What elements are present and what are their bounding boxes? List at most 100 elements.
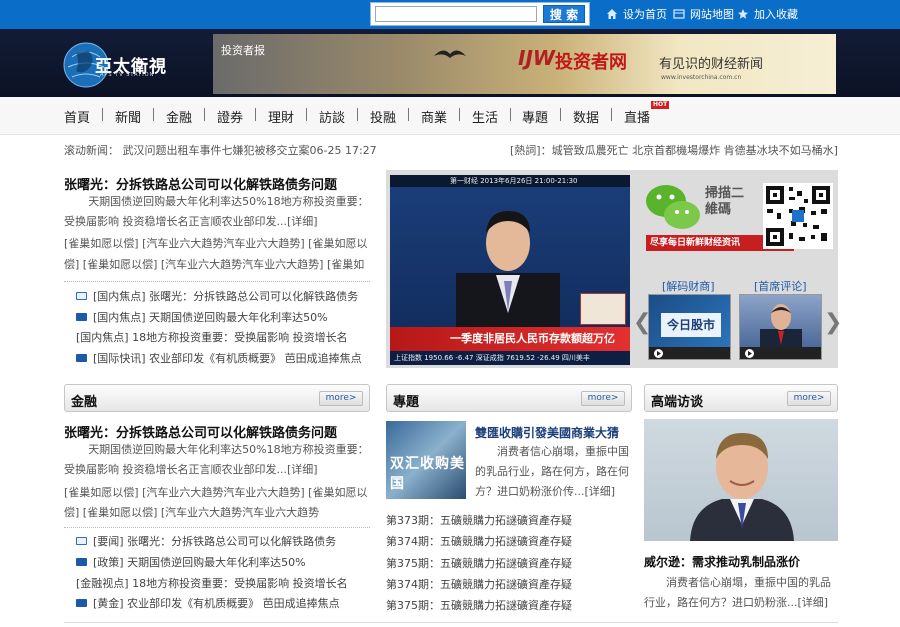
video-channel-bar: 第一财经 2013年6月26日 21:00-21:30 (390, 175, 630, 187)
list-item-text: [要闻] 张曙光：分拆铁路总公司可以化解铁路债务 (93, 535, 337, 548)
ad-banner[interactable]: 投资者报 IJW 投资者网 有见识的财经新闻 www.investorchina… (213, 34, 836, 94)
nav-wealth[interactable]: 理財 (268, 107, 294, 126)
issue-item[interactable]: 第373期：五礦競購力拓謎礦資產存疑 (386, 512, 572, 528)
finance-story-title[interactable]: 张曙光：分拆铁路总公司可以化解铁路债务问题 (64, 422, 337, 441)
list-item[interactable]: [国内焦点] 18地方称投资重要：受换届影响 投资增长名 (76, 331, 348, 345)
top-story-summary: 天期国债逆回购最大年化利率达50%18地方称投资重要：受换届影响 投资稳增长名正… (64, 195, 369, 228)
interview-section-title: 高端访谈 (651, 395, 704, 410)
finance-section-title: 金融 (71, 395, 98, 410)
video-graphic-badge (580, 293, 626, 325)
carousel-next-arrow[interactable]: ❯ (824, 310, 842, 335)
nav-investment[interactable]: 投融 (370, 107, 396, 126)
finance-story-summary: 天期国债逆回购最大年化利率达50%18地方称投资重要：受换届影响 投资稳增长名正… (64, 443, 369, 476)
list-item[interactable]: [政策] 天期国债逆回购最大年化利率达50% (76, 556, 306, 570)
thumb-video-today-stocks[interactable]: 今日股市 (648, 294, 731, 360)
list-item-text: [政策] 天期国债逆回购最大年化利率达50% (93, 556, 306, 569)
interviewee-image (690, 433, 794, 541)
interview-story-title[interactable]: 威尔逊：需求推动乳制品涨价 (644, 553, 800, 570)
special-image-text: 双汇收购美国 (390, 456, 465, 492)
nav-securities[interactable]: 證券 (217, 107, 243, 126)
set-homepage-link[interactable]: 设为首页 (606, 8, 667, 22)
issue-item[interactable]: 第375期：五礦競購力拓謎礦資產存疑 (386, 597, 572, 613)
special-story-summary: 消费者信心崩塌，重振中国的乳品行业，路在何方，路在何方？进口奶粉涨价传...[详… (475, 445, 629, 498)
issue-item[interactable]: 第375期：五礦競購力拓謎礦資產存疑 (386, 555, 572, 571)
nav-data[interactable]: 数据 (573, 107, 599, 126)
news-anchor-image (456, 211, 560, 343)
mail-icon (76, 292, 87, 300)
nav-separator (408, 108, 409, 121)
video-icon (76, 354, 87, 362)
nav-news[interactable]: 新聞 (115, 107, 141, 126)
issue-item[interactable]: 第374期：五礦競購力拓謎礦資產存疑 (386, 576, 572, 592)
list-item[interactable]: [要闻] 张曙光：分拆铁路总公司可以化解铁路债务 (76, 535, 336, 549)
top-story-title[interactable]: 张曙光：分拆铁路总公司可以化解铁路债务问题 (64, 174, 337, 193)
top-story-tags-line[interactable]: 偿] [雀巢如愿以偿] [汽车业六大趋势汽车业六大趋势] [雀巢如 (64, 255, 364, 275)
scrolling-news-label: 滚动新闻： (64, 144, 119, 157)
search-input[interactable] (375, 6, 537, 22)
interview-story-summary: 消费者信心崩塌，重振中国的乳品行业，路在何方？进口奶粉涨...[详细] (644, 576, 831, 609)
hot-words[interactable]: [熱詞]：城管致瓜農死亡 北京首都機場爆炸 肯德基冰块不如马桶水] (510, 142, 838, 158)
search-button[interactable]: 搜 索 (543, 5, 585, 23)
list-item[interactable]: [国内焦点] 天期国债逆回购最大年化利率达50% (76, 311, 328, 325)
nav-separator (153, 108, 154, 121)
nav-separator (306, 108, 307, 121)
divider (64, 281, 370, 282)
sitemap-link[interactable]: 网站地图 (673, 8, 734, 22)
nav-interviews[interactable]: 訪談 (319, 107, 345, 126)
special-section-header: 專題 more> (386, 384, 632, 412)
qr-scan-text: 掃描二維碼 (705, 186, 745, 217)
special-section-title: 專題 (393, 395, 420, 410)
home-icon (607, 9, 617, 19)
special-feature-image[interactable]: 双汇收购美国 (386, 421, 466, 499)
list-item[interactable]: [黄金] 农业部印发《有机质概要》 芭田成追捧焦点 (76, 597, 340, 611)
add-favorite-link[interactable]: 加入收藏 (737, 8, 798, 22)
special-more-button[interactable]: more> (581, 391, 625, 406)
interview-photo[interactable] (644, 419, 838, 541)
special-story-title[interactable]: 雙匯收購引發美國商業大猜 (475, 424, 619, 441)
list-item-text: [国内焦点] 18地方称投资重要：受换届影响 投资增长名 (76, 331, 348, 344)
nav-topics[interactable]: 專題 (522, 107, 548, 126)
thumb-video-commentary[interactable] (739, 294, 822, 360)
video-icon (76, 558, 87, 566)
ad-small-label: 投资者报 (221, 44, 265, 57)
nav-finance[interactable]: 金融 (166, 107, 192, 126)
divider (64, 527, 370, 528)
list-item[interactable]: [国际快讯] 农业部印发《有机质概要》 芭田成追捧焦点 (76, 352, 362, 366)
list-item-text: [国际快讯] 农业部印发《有机质概要》 芭田成追捧焦点 (93, 352, 362, 365)
scrolling-news-item[interactable]: 武汉问题出租车事件七嫌犯被移交立案06-25 17:27 (123, 144, 377, 157)
ad-slogan: 有见识的财经新闻 (659, 57, 764, 72)
finance-more-button[interactable]: more> (319, 391, 363, 406)
nav-separator (204, 108, 205, 121)
wechat-icon (646, 185, 700, 229)
list-item[interactable]: [金融视点] 18地方称投资重要：受换届影响 投资增长名 (76, 577, 348, 591)
nav-home[interactable]: 首頁 (64, 107, 90, 126)
top-story-tags-line[interactable]: [雀巢如愿以偿] [汽车业六大趋势汽车业六大趋势] [雀巢如愿以 (64, 234, 367, 254)
thumb-label-chief-commentary[interactable]: [首席评论] (754, 278, 807, 294)
issue-item[interactable]: 第374期：五礦競購力拓謎礦資產存疑 (386, 533, 572, 549)
list-item-text: [黄金] 农业部印发《有机质概要》 芭田成追捧焦点 (93, 597, 340, 610)
nav-separator (459, 108, 460, 121)
finance-tags-line[interactable]: 偿] [雀巢如愿以偿] [汽车业六大趋势汽车业六大趋势 (64, 503, 319, 523)
play-icon (654, 349, 663, 358)
thumb-label-decoding-finance[interactable]: [解码财商] (662, 278, 715, 294)
video-player[interactable]: 第一财经 2013年6月26日 21:00-21:30 一季度非居民人民币存款额… (390, 175, 630, 365)
search-box: 搜 索 (370, 2, 590, 26)
commentator-image (760, 304, 802, 349)
nav-business[interactable]: 商業 (421, 107, 447, 126)
list-item-text: [金融视点] 18地方称投资重要：受换届影响 投资增长名 (76, 577, 348, 590)
set-homepage-label: 设为首页 (623, 8, 667, 21)
sitemap-icon (673, 9, 685, 19)
interview-section-header: 高端访谈 more> (644, 384, 838, 412)
video-icon (76, 313, 87, 321)
nav-life[interactable]: 生活 (472, 107, 498, 126)
list-item[interactable]: [国内焦点] 张曙光：分拆铁路总公司可以化解铁路债务 (76, 290, 358, 304)
nav-live[interactable]: 直播 (624, 107, 650, 126)
finance-tags-line[interactable]: [雀巢如愿以偿] [汽车业六大趋势汽车业六大趋势] [雀巢如愿以 (64, 483, 367, 503)
video-icon (76, 599, 87, 607)
favorite-icon (738, 9, 748, 19)
interview-more-button[interactable]: more> (787, 391, 831, 406)
mail-icon (76, 537, 87, 545)
ad-title: 投资者网 (555, 52, 627, 73)
sitemap-label: 网站地图 (690, 8, 734, 21)
qr-code-icon[interactable] (763, 183, 833, 249)
